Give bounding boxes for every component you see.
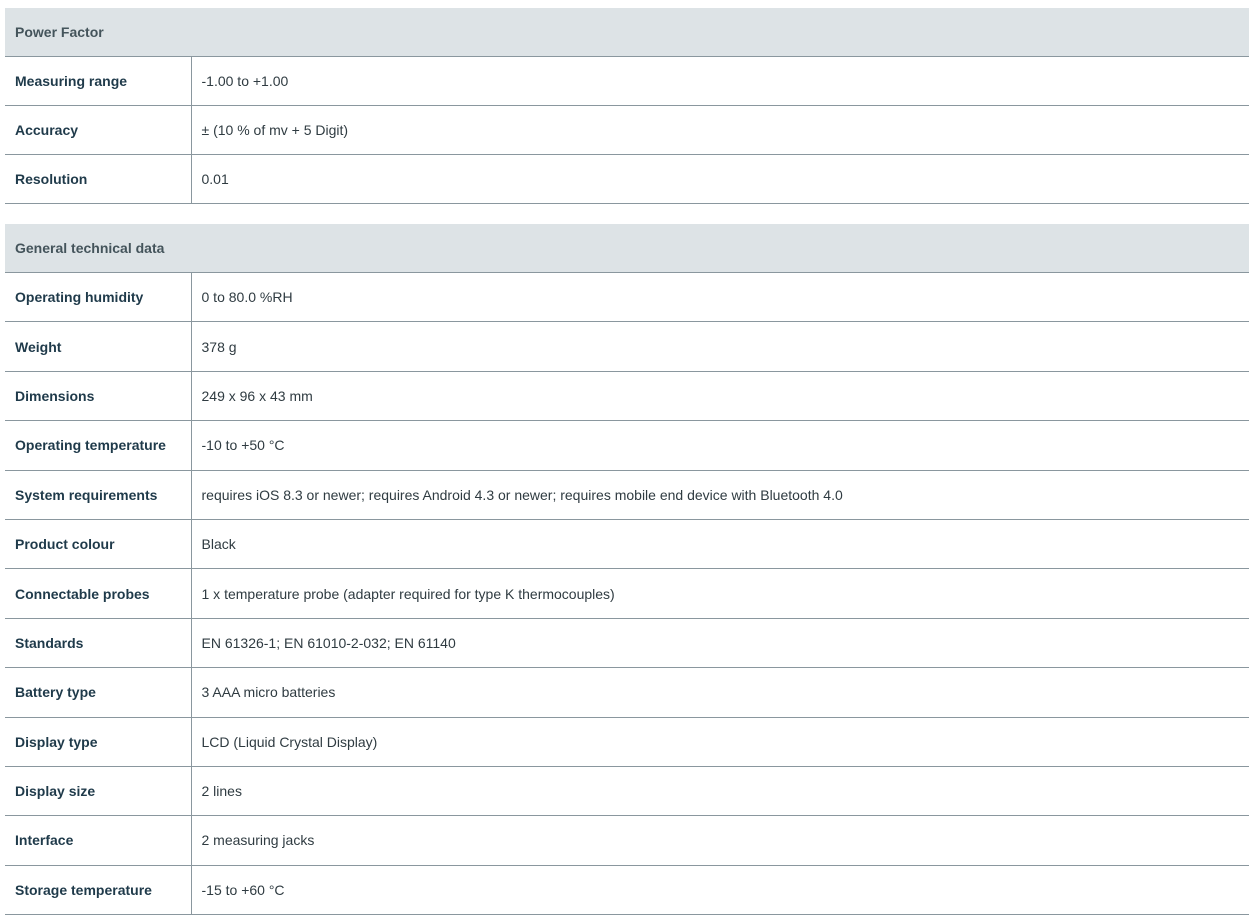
spec-value: 2 measuring jacks [191,815,1249,866]
spec-label: Connectable probes [5,568,192,619]
spec-label: Display size [5,766,192,817]
table-row: Dimensions 249 x 96 x 43 mm [5,371,1249,422]
table-row: Standards EN 61326-1; EN 61010-2-032; EN… [5,618,1249,669]
spec-value: -15 to +60 °C [191,865,1249,916]
table-row: Accuracy ± (10 % of mv + 5 Digit) [5,105,1250,155]
spec-value: 0.01 [191,154,1250,204]
spec-label: Standards [5,618,192,669]
spec-label: Storage temperature [5,865,192,916]
general-technical-data-table: General technical data Operating humidit… [5,224,1249,916]
table-row: Display size 2 lines [5,766,1249,817]
spec-value: 0 to 80.0 %RH [191,272,1249,323]
table-row: Measuring range -1.00 to +1.00 [5,56,1250,106]
spec-label: Resolution [5,154,192,204]
spec-value: 1 x temperature probe (adapter required … [191,568,1249,619]
table-row: Resolution 0.01 [5,154,1250,204]
spec-value: 378 g [191,321,1249,372]
spec-value: -10 to +50 °C [191,420,1249,471]
spec-label: Weight [5,321,192,372]
spec-label: Interface [5,815,192,866]
table-row: System requirements requires iOS 8.3 or … [5,470,1249,520]
power-factor-table: Power Factor Measuring range -1.00 to +1… [5,8,1250,204]
spec-label: Operating temperature [5,420,192,471]
spec-label: Measuring range [5,56,192,106]
spec-label: Accuracy [5,105,192,155]
section-header: Power Factor [5,8,1250,57]
spec-label: Product colour [5,519,192,570]
table-row: Battery type 3 AAA micro batteries [5,667,1249,718]
section-title: Power Factor [5,8,1250,57]
spec-value: Black [191,519,1249,570]
section-title: General technical data [5,224,1249,273]
table-row: Storage temperature -15 to +60 °C [5,865,1249,916]
table-row: Product colour Black [5,519,1249,570]
spec-label: Battery type [5,667,192,718]
spec-value: -1.00 to +1.00 [191,56,1250,106]
spec-value: ± (10 % of mv + 5 Digit) [191,105,1250,155]
spec-label: Display type [5,717,192,767]
section-header: General technical data [5,224,1249,273]
table-row: Display type LCD (Liquid Crystal Display… [5,717,1249,767]
spec-value: 249 x 96 x 43 mm [191,371,1249,422]
spec-label: System requirements [5,470,192,520]
spec-value: 2 lines [191,766,1249,817]
spec-label: Operating humidity [5,272,192,323]
spec-value: EN 61326-1; EN 61010-2-032; EN 61140 [191,618,1249,669]
spec-label: Dimensions [5,371,192,422]
spec-value: requires iOS 8.3 or newer; requires Andr… [191,470,1249,520]
table-row: Connectable probes 1 x temperature probe… [5,568,1249,619]
spec-value: LCD (Liquid Crystal Display) [191,717,1249,767]
table-row: Weight 378 g [5,321,1249,372]
table-row: Operating temperature -10 to +50 °C [5,420,1249,471]
table-row: Operating humidity 0 to 80.0 %RH [5,272,1249,323]
spec-value: 3 AAA micro batteries [191,667,1249,718]
table-row: Interface 2 measuring jacks [5,815,1249,866]
